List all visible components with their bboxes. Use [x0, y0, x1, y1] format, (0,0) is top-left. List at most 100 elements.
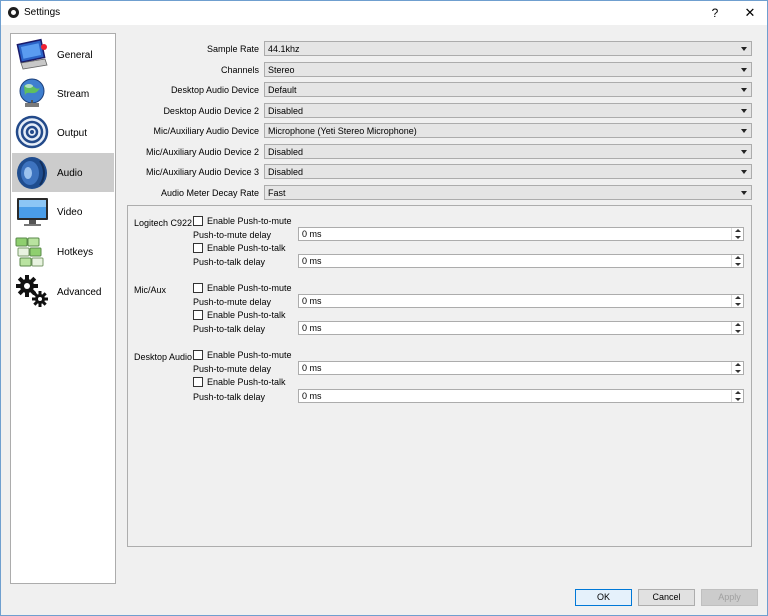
sample-rate-select[interactable]: 44.1khz [264, 41, 752, 56]
hotkey-settings-group: Logitech C922 Enable Push-to-mute Push-t… [127, 205, 752, 547]
arrow-down-icon [735, 303, 741, 306]
spin-value: 0 ms [302, 391, 322, 401]
select-value: Fast [268, 188, 286, 198]
close-button[interactable]: ✕ [739, 4, 761, 22]
device-name: Desktop Audio [134, 352, 193, 362]
desktop-audio-device-2-select[interactable]: Disabled [264, 103, 752, 118]
spin-buttons[interactable] [731, 255, 743, 267]
arrow-down-icon [735, 398, 741, 401]
spin-buttons[interactable] [731, 228, 743, 240]
apply-button[interactable]: Apply [701, 589, 758, 606]
spin-buttons[interactable] [731, 322, 743, 334]
desktop-audio-device-2-label: Desktop Audio Device 2 [163, 106, 259, 116]
arrow-down-icon [735, 263, 741, 266]
chevron-down-icon [741, 47, 747, 51]
spin-value: 0 ms [302, 256, 322, 266]
spin-buttons[interactable] [731, 295, 743, 307]
push-to-talk-checkbox[interactable] [193, 310, 203, 320]
push-to-talk-delay-label: Push-to-talk delay [193, 257, 266, 267]
push-to-talk-label: Enable Push-to-talk [207, 377, 286, 387]
push-to-mute-label: Enable Push-to-mute [207, 216, 292, 226]
arrow-up-icon [735, 363, 741, 366]
select-value: Default [268, 85, 297, 95]
spin-value: 0 ms [302, 229, 322, 239]
window-title: Settings [24, 7, 61, 18]
obs-logo-icon [8, 7, 19, 18]
arrow-down-icon [735, 370, 741, 373]
sidebar-item-hotkeys[interactable]: Hotkeys [12, 232, 114, 271]
desktop-audio-device-label: Desktop Audio Device [170, 85, 259, 95]
push-to-mute-delay-label: Push-to-mute delay [193, 364, 272, 374]
mic-aux-device-select[interactable]: Microphone (Yeti Stereo Microphone) [264, 123, 752, 138]
chevron-down-icon [741, 68, 747, 72]
sidebar-item-advanced[interactable]: Advanced [12, 272, 114, 311]
chevron-down-icon [741, 170, 747, 174]
push-to-talk-delay-label: Push-to-talk delay [193, 392, 266, 402]
push-to-talk-delay-spinbox[interactable]: 0 ms [298, 254, 744, 268]
chevron-down-icon [741, 109, 747, 113]
spin-buttons[interactable] [731, 362, 743, 374]
select-value: Stereo [268, 65, 295, 75]
mic-aux-device-2-label: Mic/Auxiliary Audio Device 2 [145, 147, 259, 157]
chevron-down-icon [741, 88, 747, 92]
select-value: Disabled [268, 147, 304, 157]
gears-icon [16, 275, 48, 307]
push-to-mute-delay-spinbox[interactable]: 0 ms [298, 294, 744, 308]
settings-window: Settings ? ✕ General Stream Output Audio… [0, 0, 768, 616]
mic-aux-device-3-select[interactable]: Disabled [264, 164, 752, 179]
device-name: Mic/Aux [134, 285, 167, 295]
push-to-mute-delay-spinbox[interactable]: 0 ms [298, 361, 744, 375]
push-to-talk-delay-label: Push-to-talk delay [193, 324, 266, 334]
select-value: Disabled [268, 167, 304, 177]
push-to-talk-checkbox[interactable] [193, 243, 203, 253]
arrow-up-icon [735, 256, 741, 259]
spin-value: 0 ms [302, 363, 322, 373]
push-to-mute-checkbox[interactable] [193, 350, 203, 360]
push-to-mute-label: Enable Push-to-mute [207, 283, 292, 293]
push-to-talk-label: Enable Push-to-talk [207, 243, 286, 253]
help-button[interactable]: ? [705, 4, 725, 22]
arrow-down-icon [735, 236, 741, 239]
arrow-down-icon [735, 330, 741, 333]
select-value: 44.1khz [268, 44, 300, 54]
push-to-talk-label: Enable Push-to-talk [207, 310, 286, 320]
arrow-up-icon [735, 229, 741, 232]
sample-rate-label: Sample Rate [206, 44, 259, 54]
select-value: Microphone (Yeti Stereo Microphone) [268, 126, 417, 136]
spin-buttons[interactable] [731, 390, 743, 402]
mic-aux-device-2-select[interactable]: Disabled [264, 144, 752, 159]
desktop-audio-device-select[interactable]: Default [264, 82, 752, 97]
arrow-up-icon [735, 323, 741, 326]
device-name: Logitech C922 [134, 218, 193, 228]
push-to-mute-delay-label: Push-to-mute delay [193, 297, 272, 307]
ok-button[interactable]: OK [575, 589, 632, 606]
mic-aux-device-label: Mic/Auxiliary Audio Device [153, 126, 259, 136]
mic-aux-device-3-label: Mic/Auxiliary Audio Device 3 [145, 167, 259, 177]
chevron-down-icon [741, 129, 747, 133]
spin-value: 0 ms [302, 323, 322, 333]
sidebar-item-label: Video [57, 207, 83, 218]
push-to-mute-checkbox[interactable] [193, 283, 203, 293]
push-to-mute-checkbox[interactable] [193, 216, 203, 226]
cancel-button[interactable]: Cancel [638, 589, 695, 606]
push-to-mute-delay-spinbox[interactable]: 0 ms [298, 227, 744, 241]
push-to-mute-label: Enable Push-to-mute [207, 350, 292, 360]
title-bar: Settings ? ✕ [1, 1, 767, 25]
display-icon [17, 198, 48, 226]
sidebar-item-label: Hotkeys [57, 247, 94, 258]
keyboard-icon [15, 237, 44, 267]
meter-decay-label: Audio Meter Decay Rate [160, 188, 259, 198]
spin-value: 0 ms [302, 296, 322, 306]
push-to-talk-checkbox[interactable] [193, 377, 203, 387]
channels-label: Channels [220, 65, 259, 75]
push-to-talk-delay-spinbox[interactable]: 0 ms [298, 321, 744, 335]
push-to-talk-delay-spinbox[interactable]: 0 ms [298, 389, 744, 403]
channels-select[interactable]: Stereo [264, 62, 752, 77]
chevron-down-icon [741, 191, 747, 195]
arrow-up-icon [735, 296, 741, 299]
push-to-mute-delay-label: Push-to-mute delay [193, 230, 272, 240]
arrow-up-icon [735, 391, 741, 394]
chevron-down-icon [741, 150, 747, 154]
meter-decay-select[interactable]: Fast [264, 185, 752, 200]
sidebar-item-label: Advanced [57, 287, 102, 298]
